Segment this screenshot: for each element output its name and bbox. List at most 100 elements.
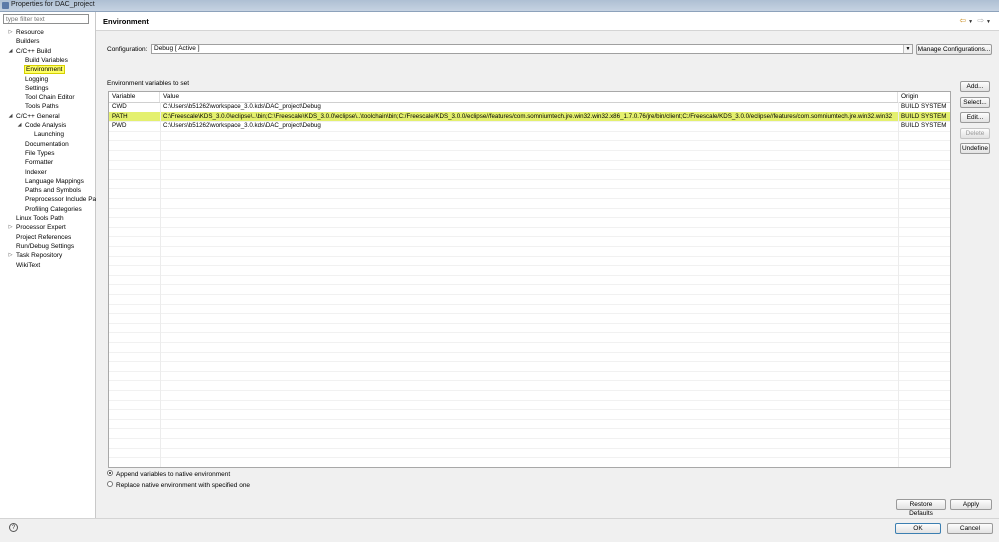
tree-toggle-icon — [17, 93, 22, 102]
tree-item-label: File Types — [25, 149, 55, 157]
tree-toggle-icon[interactable]: ◢ — [8, 47, 13, 56]
row-divider — [109, 361, 950, 362]
row-divider — [109, 160, 950, 161]
tree-item-label: Logging — [25, 75, 49, 83]
table-row[interactable]: PWD C:\Users\b51262\workspace_3.0.kds\DAC… — [109, 121, 950, 130]
tree-item-label: Task Repository — [16, 252, 63, 260]
tree-toggle-icon — [17, 140, 22, 149]
row-divider — [109, 332, 950, 333]
tree-toggle-icon — [17, 177, 22, 186]
column-divider — [898, 102, 899, 467]
tree-toggle-icon — [8, 233, 13, 242]
table-row[interactable]: CWD C:\Users\b51262\workspace_3.0.kds\DAC… — [109, 102, 950, 111]
tree-toggle-icon[interactable]: ▷ — [8, 223, 13, 232]
row-divider — [109, 438, 950, 439]
ok-button[interactable]: OK — [895, 523, 941, 534]
cancel-button[interactable]: Cancel — [947, 523, 993, 534]
tree-toggle-icon[interactable]: ◢ — [8, 112, 13, 121]
tree-item-label: Profiling Categories — [25, 205, 82, 213]
tree-item-label: Build Variables — [25, 56, 68, 64]
append-radio[interactable] — [107, 470, 113, 477]
cell-value: C:\Freescale\KDS_3.0.0\eclipse\..\bin;C:… — [163, 112, 893, 120]
tree-toggle-icon — [17, 56, 22, 65]
back-dropdown-icon[interactable]: ▼ — [968, 19, 973, 25]
row-divider — [109, 169, 950, 170]
row-divider — [109, 457, 950, 458]
tree-toggle-icon — [17, 195, 22, 204]
back-icon[interactable]: ⇦ — [959, 16, 966, 25]
forward-dropdown-icon[interactable]: ▼ — [986, 19, 991, 25]
table-row[interactable]: PATH C:\Freescale\KDS_3.0.0\eclipse\..\bi… — [109, 111, 950, 121]
configuration-label: Configuration: — [107, 46, 148, 53]
filter-input[interactable] — [3, 14, 89, 24]
tree-toggle-icon — [8, 214, 13, 223]
forward-icon[interactable]: ⇨ — [977, 16, 984, 25]
row-divider — [109, 179, 950, 180]
chevron-down-icon[interactable]: ▼ — [903, 45, 912, 53]
tree-toggle-icon — [17, 75, 22, 84]
replace-radio[interactable] — [107, 481, 113, 488]
window-title: Properties for DAC_project — [11, 1, 95, 8]
tree-toggle-icon — [17, 168, 22, 177]
row-divider — [109, 198, 950, 199]
row-divider — [109, 256, 950, 257]
row-divider — [109, 448, 950, 449]
tree-item-label: Processor Expert — [16, 224, 66, 232]
row-divider — [109, 428, 950, 429]
row-divider — [109, 352, 950, 353]
dialog-button-bar: ? OK Cancel — [0, 518, 999, 542]
environment-table[interactable]: Variable Value Origin CWD C:\Users\b51262… — [108, 91, 951, 468]
tree-item-label: C/C++ Build — [16, 47, 52, 55]
replace-option[interactable]: Replace native environment with specifie… — [107, 481, 250, 491]
tree-item-label: Tools Paths — [25, 103, 59, 111]
column-origin[interactable]: Origin — [898, 92, 950, 102]
restore-defaults-button[interactable]: Restore Defaults — [896, 499, 946, 517]
window-titlebar: Properties for DAC_project — [0, 0, 999, 12]
cell-value: C:\Users\b51262\workspace_3.0.kds\DAC_pr… — [163, 122, 321, 130]
row-divider — [109, 208, 950, 209]
tree-item-label: Indexer — [25, 168, 47, 176]
apply-button[interactable]: Apply — [950, 499, 992, 510]
append-option[interactable]: Append variables to native environment — [107, 470, 230, 480]
tree-toggle-icon — [17, 84, 22, 93]
tree-item-label: Environment — [24, 65, 65, 75]
cell-variable: CWD — [112, 103, 127, 110]
row-divider — [109, 217, 950, 218]
add-button[interactable]: Add... — [960, 81, 990, 92]
tree-item-label: Formatter — [25, 159, 54, 167]
environment-page: Configuration: Debug [ Active ] ▼ Manage… — [96, 31, 999, 518]
cell-variable: PATH — [112, 112, 128, 120]
column-value[interactable]: Value — [160, 92, 898, 102]
tree-item-label: Linux Tools Path — [16, 215, 64, 222]
select-button[interactable]: Select... — [960, 97, 990, 108]
row-divider — [109, 371, 950, 372]
undefine-button[interactable]: Undefine — [960, 143, 990, 154]
configuration-value: Debug [ Active ] — [154, 45, 200, 52]
tree-item-label: Language Mappings — [25, 177, 84, 185]
append-label: Append variables to native environment — [116, 471, 231, 478]
tree-toggle-icon — [8, 37, 13, 46]
manage-configurations-button[interactable]: Manage Configurations... — [916, 44, 992, 55]
page-header: Environment ⇦ ▼ ⇨ ▼ — [96, 12, 999, 31]
delete-button[interactable]: Delete — [960, 128, 990, 139]
tree-toggle-icon[interactable]: ▷ — [8, 251, 13, 260]
row-divider — [109, 467, 950, 468]
page-title: Environment — [103, 17, 149, 26]
tree-toggle-icon[interactable]: ◢ — [17, 121, 22, 130]
column-variable[interactable]: Variable — [109, 92, 160, 102]
help-icon[interactable]: ? — [9, 523, 18, 532]
tree-toggle-icon — [17, 186, 22, 195]
row-divider — [109, 236, 950, 237]
tree-toggle-icon — [17, 205, 22, 214]
cell-variable: PWD — [112, 122, 127, 130]
row-divider — [109, 380, 950, 381]
tree-toggle-icon — [8, 261, 13, 270]
configuration-select[interactable]: Debug [ Active ] ▼ — [151, 44, 913, 54]
row-divider — [109, 419, 950, 420]
cell-origin: BUILD SYSTEM — [901, 112, 947, 120]
edit-button[interactable]: Edit... — [960, 112, 990, 123]
row-divider — [109, 275, 950, 276]
tree-toggle-icon — [8, 242, 13, 251]
tree-toggle-icon[interactable]: ▷ — [8, 28, 13, 37]
tree-item-label: Builders — [16, 38, 40, 46]
